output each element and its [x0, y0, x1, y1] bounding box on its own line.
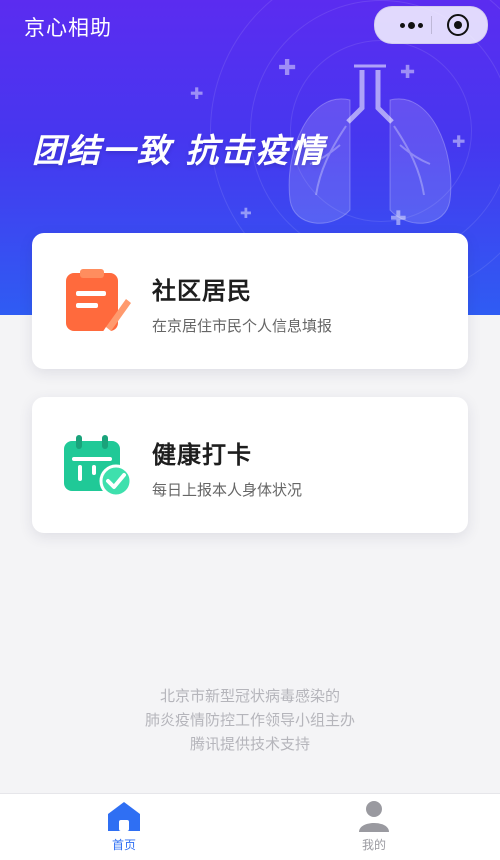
card-health-checkin[interactable]: 健康打卡 每日上报本人身体状况 — [32, 397, 468, 533]
plus-decor-icon: ✚ — [190, 84, 204, 103]
more-dots-icon[interactable] — [389, 7, 433, 43]
tab-home[interactable]: 首页 — [64, 794, 184, 860]
card-title: 健康打卡 — [152, 441, 252, 469]
plus-decor-icon: ✚ — [240, 206, 252, 222]
card-title: 社区居民 — [152, 277, 252, 305]
mini-program-capsule — [374, 6, 488, 44]
card-subtitle: 在京居住市民个人信息填报 — [152, 317, 333, 335]
tab-mine[interactable]: 我的 — [314, 794, 434, 860]
clipboard-form-icon — [66, 269, 131, 333]
card-community-resident[interactable]: 社区居民 在京居住市民个人信息填报 — [32, 233, 468, 369]
capsule-divider — [431, 16, 432, 34]
sponsor-text: 北京市新型冠状病毒感染的 肺炎疫情防控工作领导小组主办 腾讯提供技术支持 — [0, 684, 500, 756]
hero-slogan: 团结一致 抗击疫情 — [32, 131, 326, 170]
mini-program-close-icon[interactable] — [447, 14, 469, 36]
sponsor-line: 腾讯提供技术支持 — [189, 735, 310, 753]
home-icon — [108, 802, 140, 831]
sponsor-line: 肺炎疫情防控工作领导小组主办 — [144, 711, 355, 729]
sponsor-line: 北京市新型冠状病毒感染的 — [159, 687, 340, 705]
card-subtitle: 每日上报本人身体状况 — [152, 481, 303, 499]
calendar-check-icon — [64, 435, 132, 498]
tab-label: 我的 — [361, 838, 386, 852]
app-title: 京心相助 — [24, 16, 112, 40]
bottom-tab-bar: 首页 我的 — [0, 793, 500, 860]
tab-label: 首页 — [111, 838, 136, 852]
user-icon — [359, 801, 389, 832]
